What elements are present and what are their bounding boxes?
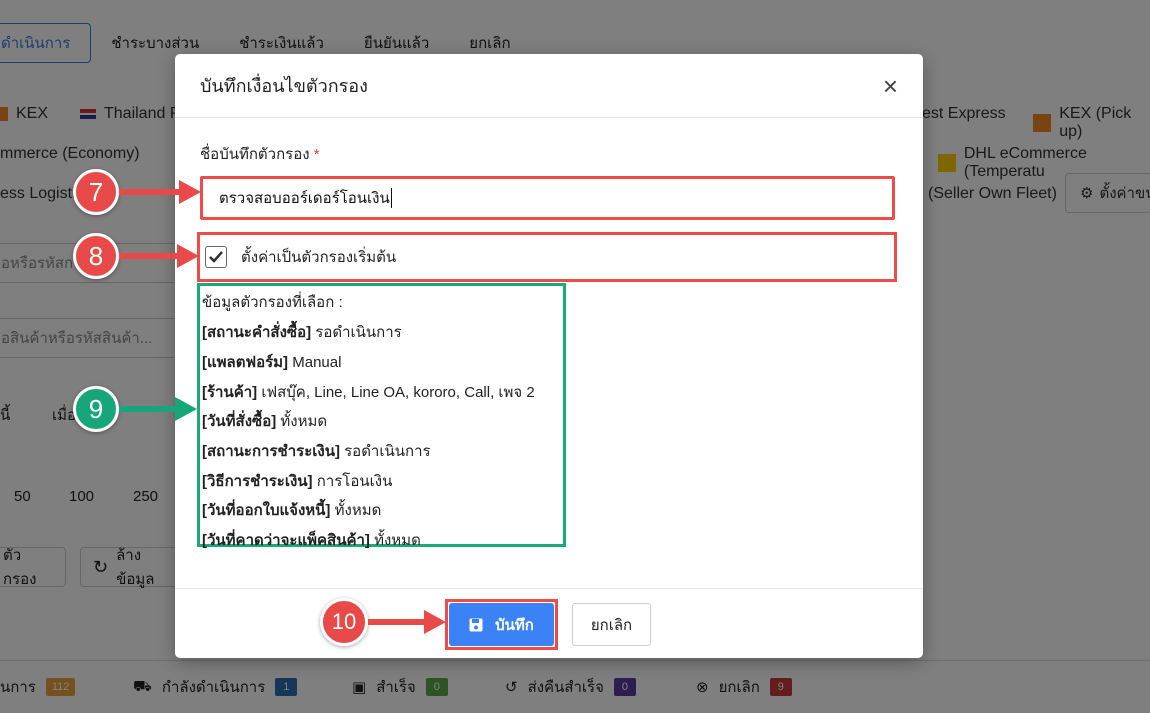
info-value: รอดำเนินการ <box>315 324 402 341</box>
save-button[interactable]: บันทึก <box>449 603 554 646</box>
step-8-arrow-shaft <box>119 253 177 259</box>
info-pack-date: [วันที่คาดว่าจะแพ็คสินค้า] ทั้งหมด <box>202 528 421 552</box>
info-invoice-date: [วันที่ออกใบแจ้งหนี้] ทั้งหมด <box>202 498 381 522</box>
info-value: ทั้งหมด <box>280 413 328 430</box>
info-value: ทั้งหมด <box>374 532 421 549</box>
button-label: บันทึก <box>495 616 534 634</box>
selected-filter-info: ข้อมูลตัวกรองที่เลือก : [สถานะคำสั่งซื้อ… <box>197 283 566 549</box>
info-value: เฟสบุ๊ค, Line, Line OA, kororo, Call, เพ… <box>261 384 535 401</box>
info-key: [สถานะการชำระเงิน] <box>202 443 340 460</box>
arrow-right-icon <box>175 397 197 421</box>
info-payment-method: [วิธีการชำระเงิน] การโอนเงิน <box>202 469 392 493</box>
arrow-right-icon <box>179 180 201 204</box>
step-10-annotation: 10 <box>320 598 446 646</box>
info-platform: [แพลตฟอร์ม] Manual <box>202 350 341 374</box>
step-9-badge: 9 <box>73 386 119 432</box>
info-key: [วันที่สั่งซื้อ] <box>202 413 277 430</box>
save-filter-modal: บันทึกเงื่อนไขตัวกรอง × ชื่อบันทึกตัวกรอ… <box>175 54 923 658</box>
info-key: [วันที่ออกใบแจ้งหนี้] <box>202 502 331 519</box>
info-key: [สถานะคำสั่งซื้อ] <box>202 324 312 341</box>
close-icon[interactable]: × <box>883 73 898 99</box>
modal-footer: บันทึก ยกเลิก <box>175 588 923 658</box>
info-order-status: [สถานะคำสั่งซื้อ] รอดำเนินการ <box>202 320 402 344</box>
button-label: ยกเลิก <box>590 616 633 634</box>
info-value: รอดำเนินการ <box>344 443 431 460</box>
input-value: ตรวจสอบออร์เดอร์โอนเงิน <box>219 190 390 207</box>
step-10-badge: 10 <box>320 598 368 646</box>
step-10-arrow-shaft <box>368 619 424 625</box>
default-filter-checkbox[interactable] <box>205 246 227 268</box>
info-value: การโอนเงิน <box>316 473 393 490</box>
info-key: [วันที่คาดว่าจะแพ็คสินค้า] <box>202 532 370 549</box>
filter-name-label: ชื่อบันทึกตัวกรอง * <box>200 142 320 166</box>
modal-title: บันทึกเงื่อนไขตัวกรอง <box>200 76 368 96</box>
step-9-arrow-shaft <box>119 406 175 412</box>
info-value: Manual <box>292 354 342 371</box>
checkmark-icon <box>209 251 223 263</box>
floppy-disk-icon <box>469 618 483 631</box>
info-key: [ร้านค้า] <box>202 384 258 401</box>
info-key: [วิธีการชำระเงิน] <box>202 473 313 490</box>
cancel-button[interactable]: ยกเลิก <box>572 603 651 646</box>
required-mark: * <box>313 146 320 163</box>
info-heading: ข้อมูลตัวกรองที่เลือก : <box>202 294 343 311</box>
info-value: ทั้งหมด <box>334 502 382 519</box>
info-shop: [ร้านค้า] เฟสบุ๊ค, Line, Line OA, kororo… <box>202 380 535 404</box>
arrow-right-icon <box>177 244 199 268</box>
checkbox-label: ตั้งค่าเป็นตัวกรองเริ่มต้น <box>241 249 397 266</box>
step-7-badge: 7 <box>73 169 119 215</box>
text-caret <box>390 188 392 208</box>
step-8-badge: 8 <box>73 233 119 279</box>
info-order-date: [วันที่สั่งซื้อ] ทั้งหมด <box>202 409 327 433</box>
arrow-right-icon <box>424 610 446 634</box>
info-payment-status: [สถานะการชำระเงิน] รอดำเนินการ <box>202 439 431 463</box>
step-7-arrow-shaft <box>119 189 179 195</box>
default-filter-checkbox-row[interactable]: ตั้งค่าเป็นตัวกรองเริ่มต้น <box>197 232 897 282</box>
info-key: [แพลตฟอร์ม] <box>202 354 289 371</box>
filter-name-input[interactable]: ตรวจสอบออร์เดอร์โอนเงิน <box>200 176 895 220</box>
modal-header: บันทึกเงื่อนไขตัวกรอง × <box>175 54 923 118</box>
step-9-annotation: 9 <box>73 386 197 432</box>
label-text: ชื่อบันทึกตัวกรอง <box>200 146 310 163</box>
step-8-annotation: 8 <box>73 233 199 279</box>
step-7-annotation: 7 <box>73 169 201 215</box>
